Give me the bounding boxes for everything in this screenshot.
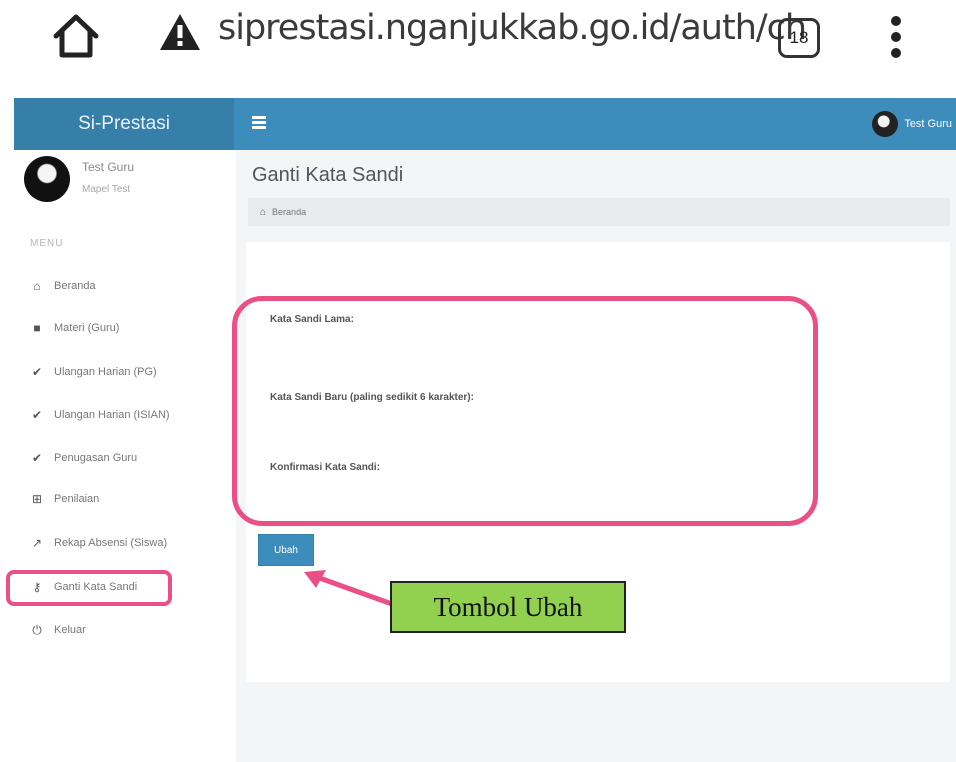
active-item-highlight: [6, 570, 172, 606]
sidebar: Test Guru Mapel Test MENU ⌂ Beranda ■ Ma…: [14, 150, 236, 762]
sidebar-item-label: Rekap Absensi (Siswa): [54, 537, 168, 549]
dashboard-icon: ⌂: [33, 279, 41, 293]
page-title: Ganti Kata Sandi: [252, 164, 404, 186]
sidebar-item-label: Penugasan Guru: [54, 452, 138, 464]
calculator-icon: ⊞: [31, 492, 43, 506]
form-highlight: [232, 296, 818, 526]
sidebar-item-penilaian[interactable]: ⊞ Penilaian: [14, 484, 236, 514]
tombol-ubah-callout: Tombol Ubah: [390, 581, 626, 633]
sidebar-user-subtitle: Mapel Test: [82, 184, 131, 195]
power-icon: ⏻: [32, 622, 42, 637]
sidebar-item-label: Materi (Guru): [54, 322, 120, 334]
breadcrumb: ⌂ Beranda: [248, 198, 950, 226]
user-menu[interactable]: Test Guru: [872, 110, 952, 138]
check-icon: ✔: [31, 451, 43, 465]
dashboard-icon: ⌂: [260, 206, 267, 218]
sidebar-item-ulangan-pg[interactable]: ✔ Ulangan Harian (PG): [14, 357, 236, 387]
menu-header: MENU: [30, 238, 64, 249]
sidebar-item-rekap-absensi[interactable]: ↗ Rekap Absensi (Siswa): [14, 528, 236, 558]
avatar: [24, 156, 70, 202]
app-header: Si-Prestasi Test Guru: [14, 98, 956, 150]
sidebar-item-label: Penilaian: [54, 493, 100, 505]
sidebar-item-label: Keluar: [54, 624, 86, 636]
check-icon: ✔: [31, 408, 43, 422]
warning-icon[interactable]: [158, 12, 202, 52]
user-panel: Test Guru Mapel Test: [24, 156, 234, 212]
folder-icon: ■: [33, 321, 41, 335]
sidebar-item-label: Beranda: [54, 280, 96, 292]
header-user-name: Test Guru: [904, 118, 952, 130]
address-bar-url[interactable]: siprestasi.nganjukkab.go.id/auth/ch: [218, 8, 807, 48]
ubah-button[interactable]: Ubah: [258, 534, 314, 566]
sidebar-item-penugasan[interactable]: ✔ Penugasan Guru: [14, 443, 236, 473]
check-icon: ✔: [31, 365, 43, 379]
home-icon[interactable]: [50, 12, 102, 60]
line-chart-icon: ↗: [31, 536, 43, 550]
sidebar-item-keluar[interactable]: ⏻ Keluar: [14, 615, 236, 645]
sidebar-item-label: Ulangan Harian (PG): [54, 366, 157, 378]
sidebar-item-ulangan-isian[interactable]: ✔ Ulangan Harian (ISIAN): [14, 400, 236, 430]
browser-toolbar: siprestasi.nganjukkab.go.id/auth/ch 18: [0, 0, 956, 80]
sidebar-item-label: Ulangan Harian (ISIAN): [54, 409, 170, 421]
sidebar-user-name: Test Guru: [82, 160, 135, 174]
sidebar-toggle-icon[interactable]: [252, 116, 266, 130]
avatar: [872, 111, 899, 137]
sidebar-item-materi[interactable]: ■ Materi (Guru): [14, 313, 236, 343]
brand-logo[interactable]: Si-Prestasi: [14, 98, 234, 150]
callout-arrow-icon: [304, 570, 395, 607]
breadcrumb-home-link[interactable]: Beranda: [272, 207, 306, 217]
sidebar-item-beranda[interactable]: ⌂ Beranda: [14, 271, 236, 301]
overflow-menu-icon[interactable]: [886, 16, 906, 62]
tab-switcher-icon[interactable]: 18: [778, 18, 820, 58]
